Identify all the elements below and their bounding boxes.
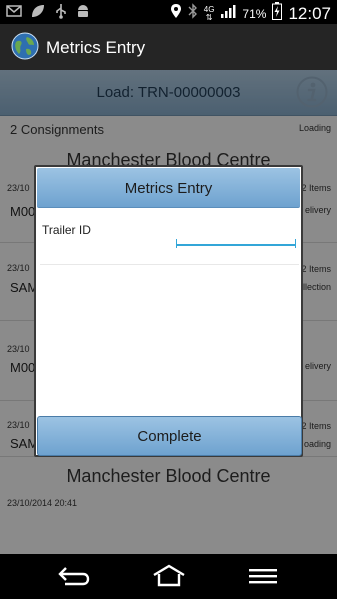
app-title: Metrics Entry <box>46 38 146 57</box>
network-4g-icon: 4G ⇅ <box>203 4 215 22</box>
metrics-entry-dialog: Metrics Entry Trailer ID Complete <box>34 165 303 457</box>
dialog-divider <box>40 264 299 265</box>
leaf-icon <box>30 3 46 19</box>
signal-icon <box>220 3 236 24</box>
trailer-id-label: Trailer ID <box>42 223 91 237</box>
complete-button[interactable]: Complete <box>37 416 302 456</box>
bluetooth-icon <box>188 3 198 24</box>
battery-percent: 71% <box>242 6 267 21</box>
navigation-bar <box>0 554 337 599</box>
usb-icon <box>54 3 68 19</box>
globe-icon[interactable] <box>11 32 39 60</box>
menu-icon[interactable] <box>243 562 283 590</box>
clock: 12:07 <box>288 3 331 23</box>
android-icon <box>76 3 90 19</box>
mail-icon <box>6 3 22 19</box>
home-icon[interactable] <box>149 562 189 590</box>
dialog-header: Metrics Entry <box>37 168 300 208</box>
input-underline-ticks <box>176 239 296 248</box>
dialog-title: Metrics Entry <box>124 180 213 197</box>
location-icon <box>170 3 182 24</box>
status-bar: 4G ⇅ 71% 12:07 <box>0 0 337 24</box>
battery-charging-icon <box>272 2 283 25</box>
back-icon[interactable] <box>54 562 94 590</box>
action-bar: Metrics Entry <box>0 24 337 70</box>
